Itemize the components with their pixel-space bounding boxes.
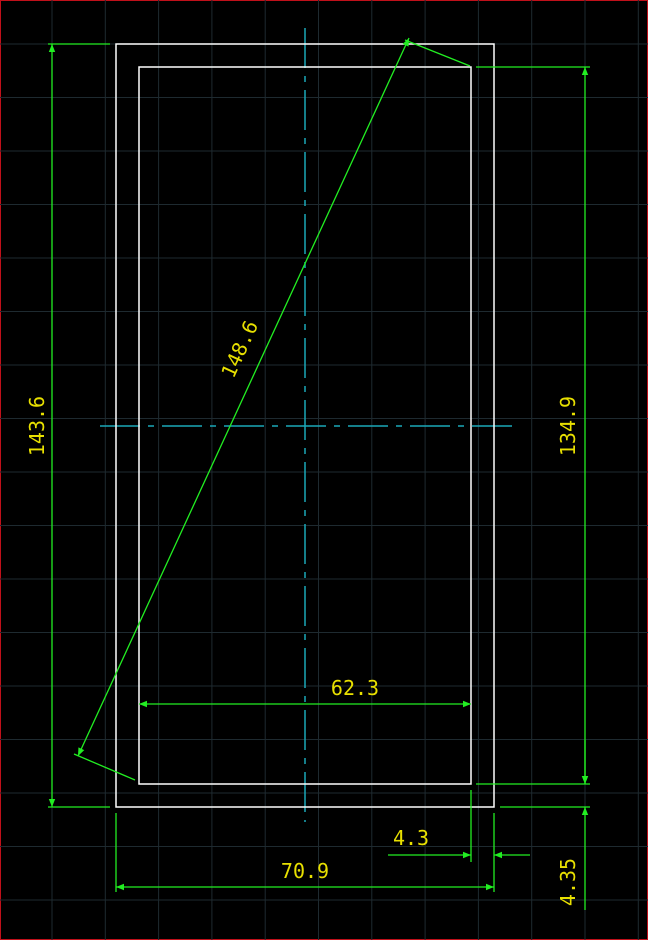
background-grid	[0, 0, 648, 940]
inner-width-label: 62.3	[331, 676, 379, 700]
outer-height-label: 143.6	[25, 396, 49, 456]
inner-height-label: 134.9	[556, 396, 580, 456]
outer-width-label: 70.9	[281, 859, 329, 883]
diagonal-label: 148.6	[216, 317, 263, 382]
cad-canvas: 143.6 148.6 134.9 62.3 70.9 4.3 4.35	[0, 0, 648, 940]
centerlines	[100, 28, 512, 822]
diagonal-dimension	[73, 37, 471, 781]
side-margin-label: 4.3	[393, 826, 429, 850]
bottom-margin-label: 4.35	[556, 858, 580, 906]
